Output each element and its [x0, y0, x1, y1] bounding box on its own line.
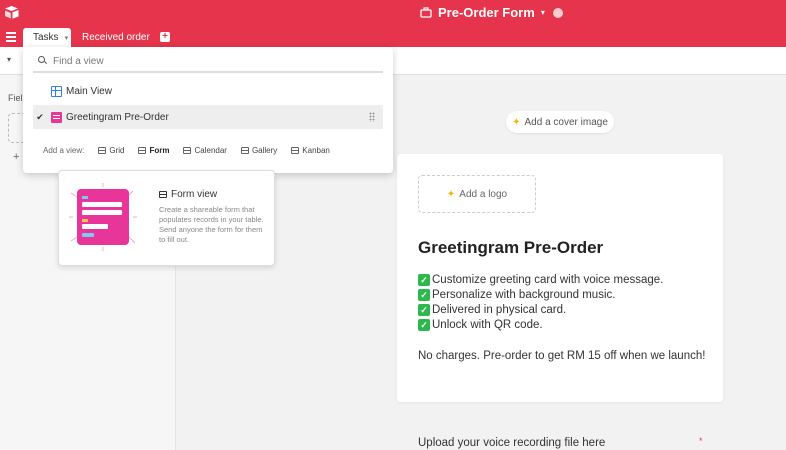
info-icon[interactable] — [552, 7, 563, 18]
sparkle-icon: ✦ — [512, 116, 521, 128]
checkmark-icon: ✔ — [36, 111, 44, 122]
add-logo-button[interactable]: ✦ Add a logo — [418, 175, 536, 213]
form-illustration-icon — [69, 183, 137, 251]
add-view-option-label: Gallery — [251, 146, 278, 155]
upload-field-label[interactable]: Upload your voice recording file here — [418, 437, 605, 449]
add-gallery-view-button[interactable]: Gallery — [240, 146, 278, 155]
view-search — [33, 51, 383, 73]
tab-received-order[interactable]: Received order — [76, 28, 152, 47]
add-view-row: Add a view: Grid Form Calendar Gallery K… — [33, 146, 344, 155]
tab-label: Received order — [82, 32, 150, 43]
form-description[interactable]: No charges. Pre-order to get RM 15 off w… — [418, 348, 708, 364]
table-tabs-bar: Tasks ▾ Received order + — [0, 28, 786, 47]
sparkle-icon: ✦ — [446, 188, 456, 200]
list-item: ✓ Unlock with QR code. — [418, 317, 663, 332]
add-logo-label: Add a logo — [459, 188, 508, 200]
add-calendar-view-button[interactable]: Calendar — [183, 146, 227, 155]
hamburger-menu-icon[interactable] — [6, 32, 16, 42]
chevron-down-icon[interactable]: ▾ — [541, 8, 545, 17]
bullet-text: Customize greeting card with voice messa… — [432, 273, 664, 286]
form-card: ✦ Add a logo Greetingram Pre-Order ✓ Cust… — [397, 154, 723, 402]
form-view-icon — [159, 191, 167, 198]
airtable-logo-icon[interactable] — [4, 5, 20, 21]
add-kanban-view-button[interactable]: Kanban — [291, 146, 330, 155]
grid-view-icon — [51, 85, 62, 97]
form-view-tooltip: Form view Create a shareable form that p… — [58, 170, 275, 266]
list-item: ✓ Delivered in physical card. — [418, 302, 663, 317]
grid-view-icon — [98, 147, 107, 154]
tab-tasks[interactable]: Tasks ▾ — [23, 28, 71, 47]
required-marker: * — [699, 436, 703, 446]
tab-label: Tasks — [33, 32, 59, 43]
bullet-text: Delivered in physical card. — [432, 303, 567, 316]
list-item: ✓ Personalize with background music. — [418, 287, 663, 302]
search-icon — [37, 55, 49, 67]
add-view-option-label: Grid — [109, 146, 125, 155]
form-view-icon — [51, 111, 62, 123]
calendar-view-icon — [183, 147, 192, 154]
gallery-view-icon — [240, 147, 249, 154]
view-item-main-view[interactable]: Main View — [33, 79, 383, 103]
add-view-option-label: Form — [149, 146, 170, 155]
add-form-view-button[interactable]: Form — [138, 146, 169, 155]
fields-label: Fiel — [8, 93, 23, 103]
bullet-text: Personalize with background music. — [432, 288, 616, 301]
add-view-option-label: Kanban — [302, 146, 330, 155]
add-grid-view-button[interactable]: Grid — [98, 146, 124, 155]
tooltip-title-text: Form view — [171, 189, 218, 200]
kanban-view-icon — [291, 147, 300, 154]
form-title[interactable]: Greetingram Pre-Order — [418, 238, 603, 258]
briefcase-icon — [420, 7, 432, 18]
form-view-icon — [138, 147, 147, 154]
app-header: Pre-Order Form ▾ — [0, 0, 786, 28]
chevron-down-icon[interactable]: ▾ — [65, 35, 69, 42]
form-bullet-list: ✓ Customize greeting card with voice mess… — [418, 272, 663, 332]
tooltip-title: Form view — [159, 189, 217, 200]
base-title-text: Pre-Order Form — [438, 5, 535, 20]
checkmark-icon: ✓ — [418, 273, 430, 286]
add-table-icon[interactable]: + — [160, 32, 170, 42]
find-view-input[interactable] — [53, 55, 353, 67]
chevron-down-icon[interactable]: ▾ — [7, 55, 11, 64]
checkmark-icon: ✓ — [418, 303, 430, 316]
list-item: ✓ Customize greeting card with voice mess… — [418, 272, 663, 287]
drag-handle-icon[interactable] — [369, 112, 375, 122]
add-cover-image-button[interactable]: ✦ Add a cover image — [506, 111, 614, 133]
add-cover-image-label: Add a cover image — [524, 116, 608, 128]
add-field-icon[interactable]: + — [13, 151, 19, 163]
add-view-label: Add a view: — [43, 146, 85, 155]
tooltip-description: Create a shareable form that populates r… — [159, 205, 264, 244]
view-item-label: Main View — [66, 85, 112, 97]
checkmark-icon: ✓ — [418, 318, 430, 331]
add-view-option-label: Calendar — [194, 146, 227, 155]
view-item-label: Greetingram Pre-Order — [66, 111, 169, 123]
bullet-text: Unlock with QR code. — [432, 318, 543, 331]
view-switcher-dropdown: Main View ✔ Greetingram Pre-Order Add a … — [23, 47, 393, 173]
base-title[interactable]: Pre-Order Form ▾ — [420, 5, 563, 20]
view-item-greetingram-pre-order[interactable]: ✔ Greetingram Pre-Order — [33, 105, 383, 129]
checkmark-icon: ✓ — [418, 288, 430, 301]
